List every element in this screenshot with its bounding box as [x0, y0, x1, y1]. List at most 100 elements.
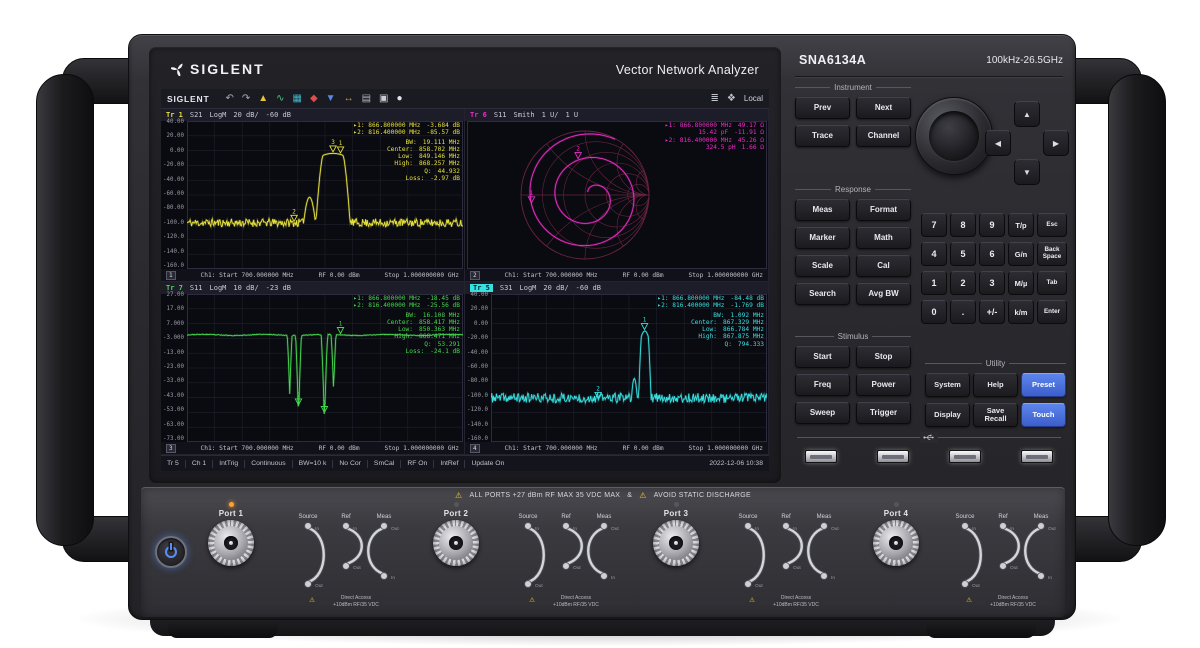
channel-button[interactable]: Channel [856, 125, 911, 147]
key-k-m[interactable]: k/m [1008, 300, 1034, 324]
arrow-left-button[interactable]: ◀ [985, 130, 1011, 156]
format-button[interactable]: Format [856, 199, 911, 221]
footer-text: Stop 1.000000000 GHz [384, 272, 459, 279]
footer-text: Stop 1.000000000 GHz [384, 445, 459, 452]
scale-icon[interactable]: ▦ [293, 89, 302, 108]
next-button[interactable]: Next [856, 97, 911, 119]
arrow-right-button[interactable]: ▶ [1043, 130, 1069, 156]
cal-icon[interactable]: ◆ [310, 89, 318, 108]
plot-area[interactable]: 123▸1: 866.800000 MHz-18.45 dB▸2: 816.40… [187, 294, 463, 442]
arrow-down-button[interactable]: ▼ [1014, 159, 1040, 185]
key-[interactable]: +/- [979, 300, 1005, 324]
prev-button[interactable]: Prev [795, 97, 850, 119]
readout-label: Center: [691, 319, 717, 326]
readout-value: 867.875 MHz [723, 333, 764, 340]
stop-button[interactable]: Stop [856, 346, 911, 368]
readout-label: High: [394, 160, 413, 167]
help-button[interactable]: Help [973, 373, 1018, 397]
rotary-knob[interactable] [915, 97, 993, 175]
key-2[interactable]: 2 [950, 271, 976, 295]
y-axis-tick: -80.00 [467, 378, 488, 384]
power-button[interactable]: Power [856, 374, 911, 396]
readout-value: -18.45 dB [426, 295, 460, 302]
sweep-icon[interactable]: ↔ [344, 89, 354, 108]
key-4[interactable]: 4 [921, 242, 947, 266]
key-[interactable]: . [950, 300, 976, 324]
readout-value: 850.363 MHz [419, 326, 460, 333]
avg-bw-button[interactable]: Avg BW [856, 283, 911, 305]
start-button[interactable]: Start [795, 346, 850, 368]
window-footer: 4Ch1: Start 700.000000 MHzRF 0.00 dBmSto… [465, 442, 768, 454]
display-button[interactable]: Display [925, 403, 970, 427]
key-6[interactable]: 6 [979, 242, 1005, 266]
warning-triangle-icon: ⚠ [639, 491, 646, 500]
camera-icon[interactable]: ● [396, 89, 402, 108]
port-3-connector[interactable] [653, 520, 699, 566]
key-back-space[interactable]: Back Space [1037, 242, 1067, 266]
left-handle [36, 74, 94, 546]
peak-search-icon[interactable]: ▲ [258, 89, 268, 108]
save-icon[interactable]: ▼ [326, 89, 336, 108]
port-2-connector[interactable] [433, 520, 479, 566]
y-axis-tick: -160.0 [467, 436, 488, 442]
print-icon[interactable]: ▤ [362, 89, 371, 108]
key-g-n[interactable]: G/n [1008, 242, 1034, 266]
meas-button[interactable]: Meas [795, 199, 850, 221]
key-0[interactable]: 0 [921, 300, 947, 324]
key-1[interactable]: 1 [921, 271, 947, 295]
key-8[interactable]: 8 [950, 213, 976, 237]
arrow-up-button[interactable]: ▲ [1014, 101, 1040, 127]
trace-window-tr-6[interactable]: Tr 6S11Smith1 U/1 U 12▸1: 866.800000 MHz… [465, 109, 769, 282]
key-9[interactable]: 9 [979, 213, 1005, 237]
key-5[interactable]: 5 [950, 242, 976, 266]
jumper-group-3: SourceInOutRefInOutMeasOutIn⚠Direct Acce… [726, 510, 846, 610]
key-esc[interactable]: Esc [1037, 213, 1067, 237]
plot-area[interactable]: 12▸1: 866.800000 MHz49.17 Ω15.42 pF-11.9… [467, 121, 767, 269]
scale-button[interactable]: Scale [795, 255, 850, 277]
svg-text:Out: Out [1010, 565, 1018, 571]
port-1-connector[interactable] [208, 520, 254, 566]
trace-window-tr-7[interactable]: Tr 7S11LogM10 dB/-23 dB27.0017.007.000-3… [161, 282, 465, 455]
footer-text: Stop 1.000000000 GHz [688, 445, 763, 452]
math-button[interactable]: Math [856, 227, 911, 249]
measure-table-icon[interactable]: ≣ [711, 89, 719, 108]
touch-screen[interactable]: SIGLENT ↶↷▲∿▦◆▼↔▤▣● ≣❖ Local Tr 1S21LogM… [161, 89, 769, 471]
window-header: Tr 7S11LogM10 dB/-23 dB [161, 282, 464, 294]
trigger-button[interactable]: Trigger [856, 402, 911, 424]
key-m[interactable]: M/µ [1008, 271, 1034, 295]
marker-readout: ▸1: 866.800000 MHz-3.684 dB▸2: 816.40000… [353, 122, 460, 182]
key-enter[interactable]: Enter [1037, 300, 1067, 324]
undo-icon[interactable]: ↶ [225, 89, 233, 108]
svg-text:In: In [1048, 575, 1052, 581]
system-button[interactable]: System [925, 373, 970, 397]
search-button[interactable]: Search [795, 283, 850, 305]
trace-window-tr-5[interactable]: Tr 5S31LogM20 dB/-60 dB40.0020.000.00-20… [465, 282, 769, 455]
trace-window-tr-1[interactable]: Tr 1S21LogM20 dB/-60 dB40.0020.000.00-20… [161, 109, 465, 282]
touch-button[interactable]: Touch [1021, 403, 1066, 427]
readout-label: 324.5 pH [706, 144, 736, 151]
sweep-button[interactable]: Sweep [795, 402, 850, 424]
save-recall-button[interactable]: Save Recall [973, 403, 1018, 427]
y-axis-tick: -73.00 [163, 436, 184, 442]
readout-label: ▸1: 866.800000 MHz [353, 122, 420, 129]
marker-button[interactable]: Marker [795, 227, 850, 249]
trace-icon[interactable]: ∿ [276, 89, 284, 108]
y-axis-tick: -120.0 [163, 234, 184, 240]
window-layout-icon[interactable]: ❖ [727, 89, 736, 108]
cal-button[interactable]: Cal [856, 255, 911, 277]
key-7[interactable]: 7 [921, 213, 947, 237]
key-3[interactable]: 3 [979, 271, 1005, 295]
key-t-p[interactable]: T/p [1008, 213, 1034, 237]
readout-value: 16.108 MHz [423, 312, 460, 319]
key-tab[interactable]: Tab [1037, 271, 1067, 295]
preset-button[interactable]: Preset [1021, 373, 1066, 397]
port-4-connector[interactable] [873, 520, 919, 566]
plot-area[interactable]: 123▸1: 866.800000 MHz-3.684 dB▸2: 816.40… [187, 121, 463, 269]
redo-icon[interactable]: ↷ [242, 89, 250, 108]
trace-button[interactable]: Trace [795, 125, 850, 147]
plot-area[interactable]: 12▸1: 866.800000 MHz-84.48 dB▸2: 816.400… [491, 294, 767, 442]
screenshot-icon[interactable]: ▣ [379, 89, 388, 108]
freq-button[interactable]: Freq [795, 374, 850, 396]
readout-line: Low:850.363 MHz [398, 326, 460, 333]
power-button[interactable] [155, 536, 187, 568]
